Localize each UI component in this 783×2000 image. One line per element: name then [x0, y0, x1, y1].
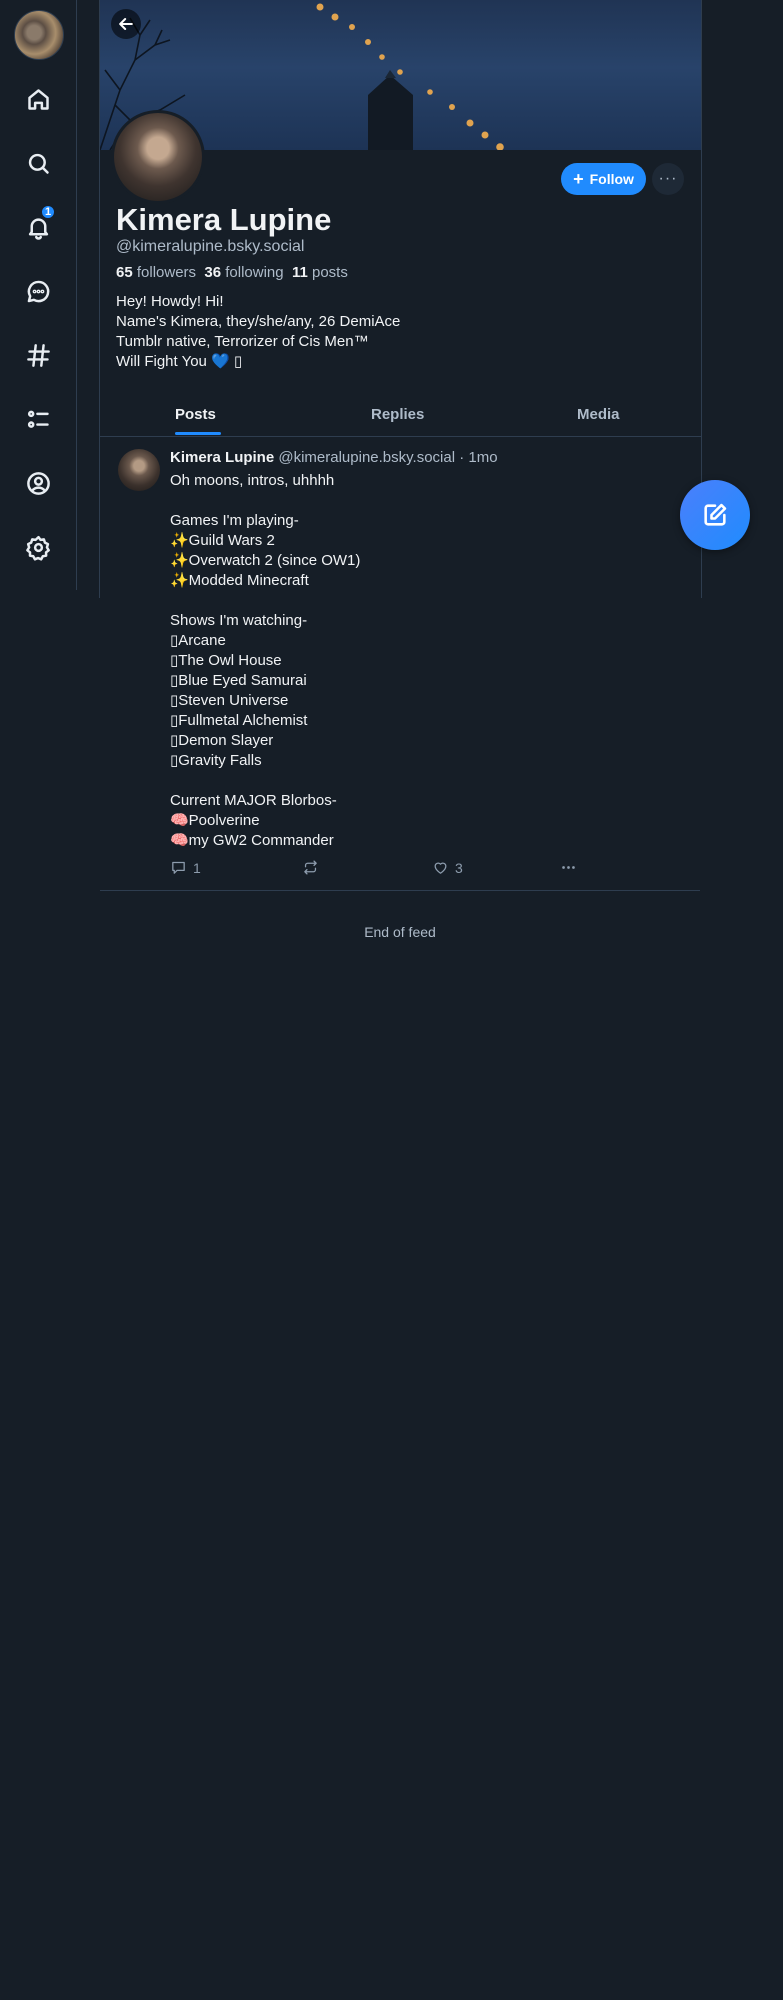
profile-icon [26, 471, 50, 495]
search-button[interactable] [18, 143, 58, 183]
following-stat[interactable]: 36 following [204, 264, 283, 281]
back-button[interactable] [111, 9, 141, 39]
feeds-button[interactable] [18, 335, 58, 375]
posts-count: 11 [291, 264, 308, 281]
post-header: Kimera Lupine @kimeralupine.bsky.social … [170, 449, 498, 466]
post-timestamp[interactable]: · 1mo [459, 449, 497, 466]
followers-label: followers [136, 264, 197, 281]
lists-button[interactable] [18, 399, 58, 439]
reply-button[interactable]: 1 [170, 859, 201, 876]
reply-count: 1 [193, 859, 201, 876]
post-more-button[interactable] [560, 859, 577, 876]
more-options-button[interactable]: ··· [652, 163, 684, 195]
posts-stat: 11 posts [292, 264, 348, 281]
settings-icon [25, 535, 50, 561]
profile-handle: @kimeralupine.bsky.social [116, 238, 305, 255]
home-icon [27, 88, 49, 110]
post-body: Oh moons, intros, uhhhh Games I'm playin… [170, 472, 361, 849]
plus-icon: + [573, 169, 584, 189]
like-button[interactable]: 3 [432, 859, 463, 876]
bio-line: Name's Kimera, they/she/any, 26 DemiAce [116, 313, 401, 330]
tab-posts[interactable]: Posts [175, 392, 216, 436]
followers-count: 65 [116, 264, 133, 281]
search-icon [28, 153, 49, 174]
arrow-left-icon [119, 18, 133, 30]
following-label: following [225, 264, 284, 281]
feed-post[interactable]: Kimera Lupine @kimeralupine.bsky.social … [100, 437, 700, 891]
hashtag-icon [26, 343, 50, 367]
bio-line: Will Fight You 💙 ▯ [116, 353, 243, 370]
notifications-button[interactable]: 1 [18, 204, 58, 247]
display-name: Kimera Lupine [116, 202, 332, 237]
followers-stat[interactable]: 65 followers [116, 264, 196, 281]
settings-button[interactable] [18, 527, 58, 567]
compose-icon [704, 503, 727, 526]
home-button[interactable] [18, 79, 58, 119]
notification-badge: 1 [40, 204, 56, 220]
tab-media[interactable]: Media [577, 392, 620, 436]
post-author-handle[interactable]: @kimeralupine.bsky.social [278, 449, 455, 466]
profile-avatar[interactable] [111, 110, 205, 204]
my-avatar[interactable] [14, 10, 64, 60]
post-author-name[interactable]: Kimera Lupine [170, 449, 274, 466]
chat-button[interactable] [18, 271, 58, 311]
chat-icon [27, 280, 49, 302]
reply-icon [172, 861, 185, 874]
end-of-feed: End of feed [364, 924, 436, 940]
list-icon [27, 410, 49, 428]
post-author-avatar[interactable] [118, 449, 160, 491]
follow-label: Follow [589, 171, 634, 187]
left-nav-rail: 1 [0, 0, 77, 590]
post-actions: 1 3 [170, 859, 590, 879]
ellipsis-icon: ··· [658, 170, 678, 187]
active-tab-indicator [175, 432, 221, 435]
bio-line: Hey! Howdy! Hi! [116, 293, 224, 310]
bio-line: Tumblr native, Terrorizer of Cis Men™ [116, 333, 369, 350]
compose-button[interactable] [680, 480, 750, 550]
heart-icon [434, 862, 447, 874]
posts-label: posts [312, 264, 348, 281]
repost-button[interactable] [302, 859, 319, 876]
repost-icon [304, 860, 317, 875]
profile-button[interactable] [18, 463, 58, 503]
like-count: 3 [455, 859, 463, 876]
follow-button[interactable]: + Follow [561, 163, 646, 195]
profile-bio: Hey! Howdy! Hi! Name's Kimera, they/she/… [116, 292, 400, 372]
tab-replies[interactable]: Replies [371, 392, 424, 436]
ellipsis-icon [562, 866, 575, 869]
profile-tabs: Posts Replies Media [100, 392, 701, 437]
profile-stats: 65 followers 36 following 11 posts [116, 264, 348, 281]
following-count: 36 [204, 264, 222, 281]
